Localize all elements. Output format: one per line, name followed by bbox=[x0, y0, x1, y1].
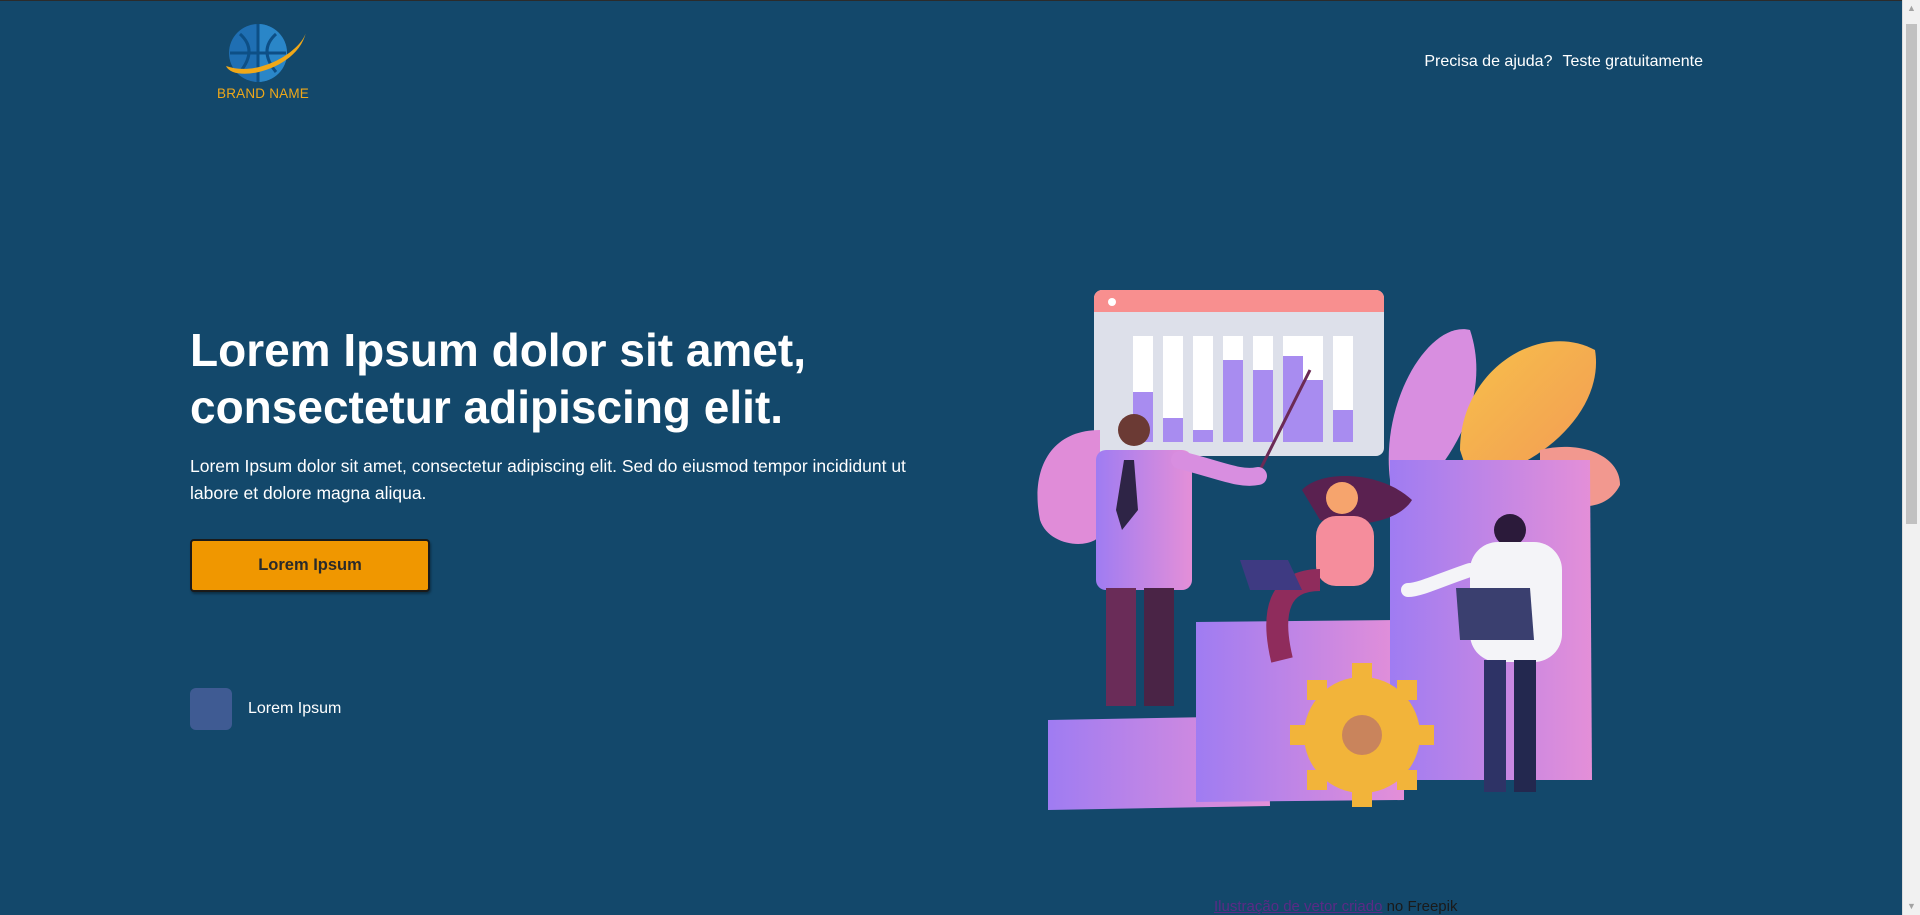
top-nav: Precisa de ajuda? Teste gratuitamente bbox=[1424, 53, 1703, 71]
feature-label: Lorem Ipsum bbox=[248, 700, 342, 717]
image-credit: Ilustração de vetor criado no Freepik bbox=[1214, 898, 1457, 915]
vertical-scrollbar[interactable]: ▲ ▼ bbox=[1902, 0, 1920, 915]
board-bars bbox=[1133, 336, 1353, 442]
hero-title-line-2: consectetur adipiscing elit. bbox=[190, 381, 784, 433]
globe-logo-icon bbox=[226, 24, 306, 82]
feature-item: Lorem Ipsum bbox=[190, 688, 341, 730]
nav-free-trial-link[interactable]: Teste gratuitamente bbox=[1562, 53, 1703, 71]
scroll-down-arrow-icon[interactable]: ▼ bbox=[1903, 898, 1920, 915]
feature-badge-icon bbox=[190, 688, 232, 730]
brand-name: BRAND NAME bbox=[217, 86, 310, 101]
gear-icon bbox=[1290, 663, 1434, 807]
scrollbar-thumb[interactable] bbox=[1906, 24, 1917, 524]
hero-title: Lorem Ipsum dolor sit amet, consectetur … bbox=[190, 322, 910, 436]
brand-logo[interactable]: BRAND NAME bbox=[216, 20, 312, 106]
credit-link[interactable]: Ilustração de vetor criado bbox=[1214, 898, 1382, 915]
nav-help-link[interactable]: Precisa de ajuda? bbox=[1424, 53, 1552, 71]
window-top-border bbox=[0, 0, 1920, 1]
team-analytics-illustration bbox=[1037, 290, 1620, 810]
scroll-up-arrow-icon[interactable]: ▲ bbox=[1903, 0, 1920, 17]
cta-button[interactable]: Lorem Ipsum bbox=[190, 539, 430, 592]
hero-title-line-1: Lorem Ipsum dolor sit amet, bbox=[190, 324, 806, 376]
credit-suffix: no Freepik bbox=[1386, 898, 1458, 915]
hero-subtitle: Lorem Ipsum dolor sit amet, consectetur … bbox=[190, 456, 906, 503]
